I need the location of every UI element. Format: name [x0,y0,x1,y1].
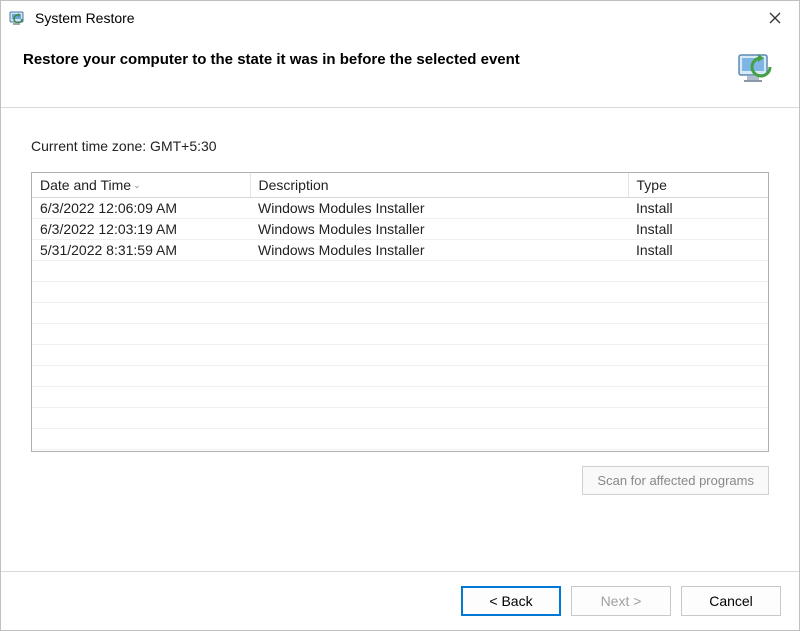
table-row-empty [32,282,768,303]
cell-date: 6/3/2022 12:03:19 AM [32,219,250,240]
table-row-empty [32,261,768,282]
column-header-date-label: Date and Time [40,177,131,193]
scan-affected-programs-button[interactable]: Scan for affected programs [582,466,769,495]
cell-type: Install [628,219,768,240]
table-row-empty [32,324,768,345]
table-row-empty [32,303,768,324]
column-header-date[interactable]: Date and Time⌄ [32,173,250,198]
column-header-desc-label: Description [259,177,329,193]
table-row[interactable]: 5/31/2022 8:31:59 AM Windows Modules Ins… [32,240,768,261]
cell-type: Install [628,198,768,219]
back-button[interactable]: < Back [461,586,561,616]
close-button[interactable] [757,4,793,32]
window-title: System Restore [35,10,135,26]
titlebar: System Restore [1,1,799,35]
cancel-button[interactable]: Cancel [681,586,781,616]
next-button[interactable]: Next > [571,586,671,616]
cell-date: 5/31/2022 8:31:59 AM [32,240,250,261]
table-row-empty [32,345,768,366]
restore-points-table[interactable]: Date and Time⌄ Description Type 6/3/2022… [31,172,769,452]
cell-desc: Windows Modules Installer [250,198,628,219]
header: Restore your computer to the state it wa… [1,35,799,108]
system-restore-window: System Restore Restore your computer to … [0,0,800,631]
column-header-type-label: Type [637,177,667,193]
cell-type: Install [628,240,768,261]
table-row[interactable]: 6/3/2022 12:03:19 AM Windows Modules Ins… [32,219,768,240]
table-row-empty [32,366,768,387]
table-row-empty [32,408,768,429]
restore-monitor-icon [737,49,777,89]
sort-arrow-icon: ⌄ [133,180,141,190]
table-row-empty [32,429,768,450]
timezone-label: Current time zone: GMT+5:30 [31,138,769,154]
footer: < Back Next > Cancel [1,571,799,630]
scan-row: Scan for affected programs [31,466,769,495]
column-header-description[interactable]: Description [250,173,628,198]
table-row-empty [32,387,768,408]
column-header-type[interactable]: Type [628,173,768,198]
cell-desc: Windows Modules Installer [250,219,628,240]
table-row[interactable]: 6/3/2022 12:06:09 AM Windows Modules Ins… [32,198,768,219]
system-restore-icon [9,9,27,27]
content-area: Current time zone: GMT+5:30 Date and Tim… [1,108,799,571]
cell-desc: Windows Modules Installer [250,240,628,261]
header-title: Restore your computer to the state it wa… [23,49,727,68]
cell-date: 6/3/2022 12:06:09 AM [32,198,250,219]
